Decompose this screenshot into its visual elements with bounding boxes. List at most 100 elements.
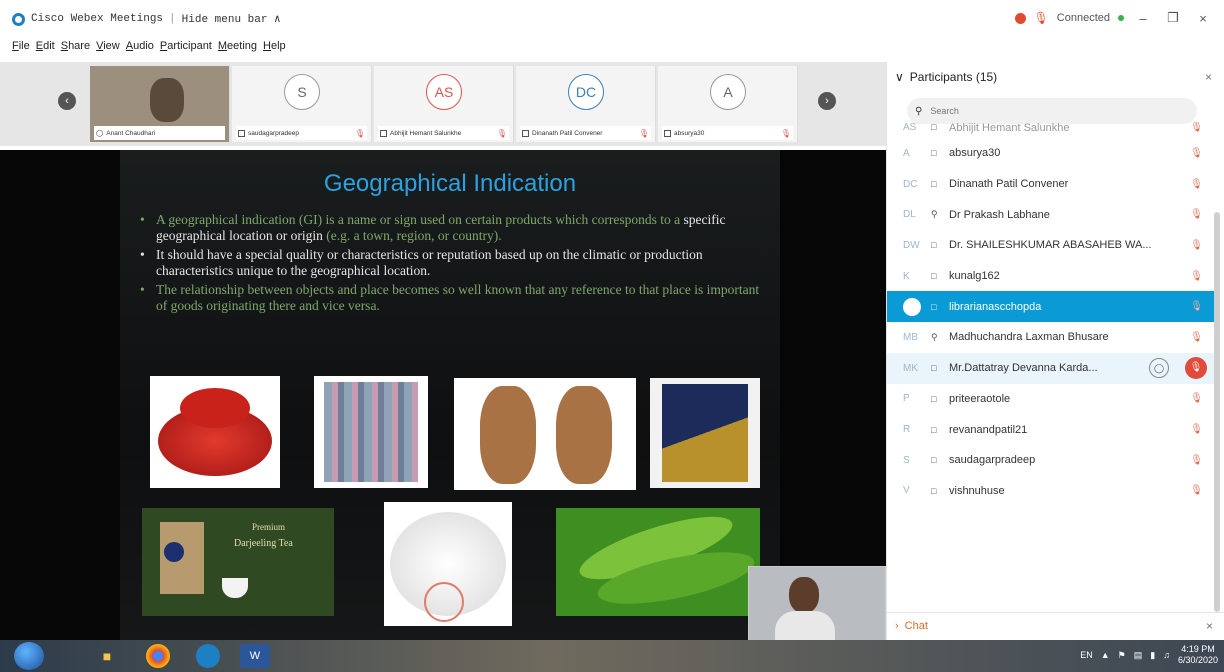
menu-participant[interactable]: Participant [160,40,212,52]
system-tray: EN ▲ ⚑ ▤ ▮ ♫ 4:19 PM 6/30/2020 [1080,644,1218,666]
mic-muted-icon[interactable]: 🎙 [1190,332,1203,343]
clock-time: 4:19 PM [1181,644,1215,654]
tea-label-name: Darjeeling Tea [234,538,293,549]
clock-date: 6/30/2020 [1177,655,1218,665]
video-tile[interactable]: DC Dinanath Patil Convener 🎙 [516,66,656,142]
close-button[interactable]: × [1192,11,1214,26]
minimize-button[interactable]: – [1132,11,1154,26]
chevron-right-icon: › [895,619,899,632]
tray-expand-icon[interactable]: ▲ [1101,650,1110,660]
participant-row[interactable]: A □ absurya30 🎙 [887,138,1217,169]
video-off-icon [238,129,245,137]
signal-icon[interactable]: ▮ [1150,650,1155,661]
mic-muted-icon[interactable]: 🎙 [1190,122,1203,133]
bullet-1: A geographical indication (GI) is a name… [136,212,766,244]
presentation-slide: Geographical Indication A geographical i… [120,150,780,640]
participant-row[interactable]: AS □ Abhijit Hemant Salunkhe 🎙 [887,122,1217,138]
participant-list-scrollbar[interactable] [1214,212,1220,612]
chrome-icon[interactable] [146,644,170,668]
participant-row[interactable]: P □ priteeraotole 🎙 [887,384,1217,415]
mic-muted-icon[interactable]: 🎙 [1190,271,1203,282]
connection-indicator-icon [1118,15,1124,21]
collapse-chevron-icon[interactable]: ∨ [895,70,904,84]
mic-muted-icon: 🎙 [354,128,365,138]
menu-view[interactable]: View [96,40,120,52]
video-off-icon: □ [931,424,937,435]
menu-meeting[interactable]: Meeting [218,40,257,52]
video-tile[interactable]: AS Abhijit Hemant Salunkhe 🎙 [374,66,514,142]
windows-taskbar: ■ W EN ▲ ⚑ ▤ ▮ ♫ 4:19 PM 6/30/2020 [0,640,1224,672]
mic-muted-icon[interactable]: 🎙 [1190,179,1203,190]
volume-icon[interactable]: ♫ [1163,650,1170,660]
participant-row[interactable]: DW □ Dr. SHAILESHKUMAR ABASAHEB WA... 🎙 [887,230,1217,261]
mute-button[interactable]: 🎙 [1185,357,1207,380]
language-indicator[interactable]: EN [1080,650,1093,660]
strip-prev-button[interactable]: ‹ [58,92,76,110]
participant-row[interactable]: R □ revanandpatil21 🎙 [887,414,1217,445]
strip-next-button[interactable]: › [818,92,836,110]
webex-taskbar-icon[interactable] [196,644,220,668]
tile-name: saudagarpradeep [248,129,299,137]
hide-menu-bar-link[interactable]: Hide menu bar ∧ [182,12,281,26]
connection-status[interactable]: Connected [1057,12,1110,24]
video-off-icon: □ [931,455,937,466]
mic-muted-icon[interactable]: 🎙 [1190,455,1203,466]
tile-name: absurya30 [674,129,705,137]
file-explorer-icon[interactable]: ■ [92,644,122,668]
restore-button[interactable]: ❐ [1162,10,1184,26]
clock[interactable]: 4:19 PM 6/30/2020 [1178,644,1218,666]
participant-row-selected[interactable]: L □ librarianascchopda 🎙 [887,291,1217,323]
search-icon: ⚲ [915,105,923,117]
avatar: DC [568,74,604,110]
chat-bubble-icon[interactable]: ◯ [1149,358,1169,379]
word-icon[interactable]: W [240,644,270,668]
avatar: A [710,74,746,110]
start-button-icon[interactable] [14,642,44,670]
participant-row[interactable]: S □ saudagarpradeep 🎙 [887,445,1217,476]
search-input[interactable] [930,106,1171,116]
phone-icon: ⚲ [931,209,938,220]
mic-muted-icon[interactable]: 🎙 [1190,209,1203,220]
phone-icon: ⚲ [931,331,938,342]
mic-icon[interactable]: 🎙 [1034,11,1049,25]
tile-name: Anant Chaudhari [106,129,156,137]
participant-row[interactable]: V □ vishnuhuse 🎙 [887,476,1217,507]
recording-icon[interactable] [1014,12,1026,24]
video-off-icon [664,129,671,137]
video-off-icon: □ [931,148,937,159]
banana-image [556,508,760,616]
video-tile[interactable]: A absurya30 🎙 [658,66,798,142]
chat-close-button[interactable]: × [1206,619,1213,633]
participant-row[interactable]: DC □ Dinanath Patil Convener 🎙 [887,169,1217,200]
participant-search[interactable]: ⚲ [907,98,1197,124]
participant-row-hover[interactable]: MK □ Mr.Dattatray Devanna Karda... ◯ 🎙 [887,352,1217,384]
flag-icon[interactable]: ⚑ [1118,650,1126,661]
slide-title: Geographical Indication [323,170,577,197]
darjeeling-tea-image: Premium Darjeeling Tea [142,508,334,616]
panel-close-button[interactable]: × [1205,70,1212,84]
mic-muted-icon[interactable]: 🎙 [1190,424,1203,435]
video-off-icon [522,129,529,137]
mic-muted-icon[interactable]: 🎙 [1190,240,1203,251]
participants-panel: ∨ Participants (15) × ⚲ AS □ Abhijit Hem… [886,62,1224,640]
mic-muted-icon[interactable]: 🎙 [1190,485,1203,496]
participant-list: AS □ Abhijit Hemant Salunkhe 🎙 A □ absur… [887,122,1217,614]
menu-help[interactable]: Help [263,40,286,52]
mic-muted-icon[interactable]: 🎙 [1190,393,1203,404]
slide-bullets: A geographical indication (GI) is a name… [136,212,766,317]
network-icon[interactable]: ▤ [1134,650,1143,661]
shared-content-area: Geographical Indication A geographical i… [0,150,886,657]
tile-name: Dinanath Patil Convener [532,129,603,137]
video-tile[interactable]: ◯ Anant Chaudhari [90,66,230,142]
chat-section-header[interactable]: › Chat × [887,612,1224,638]
menu-share[interactable]: Share [61,40,90,52]
menu-audio[interactable]: Audio [126,40,154,52]
video-tile[interactable]: S saudagarpradeep 🎙 [232,66,372,142]
participant-row[interactable]: DL ⚲ Dr Prakash Labhane 🎙 [887,199,1217,230]
menu-edit[interactable]: Edit [36,40,55,52]
menu-file[interactable]: File [12,40,30,52]
mic-muted-icon[interactable]: 🎙 [1190,301,1203,312]
participant-row[interactable]: MB ⚲ Madhuchandra Laxman Bhusare 🎙 [887,322,1217,353]
participant-row[interactable]: K □ kunalg162 🎙 [887,261,1217,292]
mic-muted-icon[interactable]: 🎙 [1190,148,1203,159]
